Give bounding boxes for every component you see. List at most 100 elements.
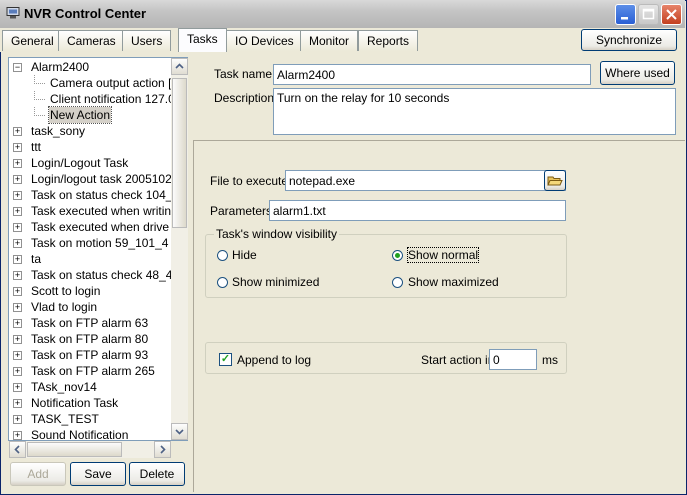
parameters-label: Parameters: — [210, 204, 276, 218]
tab-monitor[interactable]: Monitor — [300, 30, 359, 51]
tree-item-label[interactable]: Task on FTP alarm 80 — [30, 331, 149, 347]
hide-radio[interactable] — [217, 250, 228, 261]
save-button[interactable]: Save — [70, 462, 126, 486]
task-name-input[interactable] — [273, 64, 591, 85]
scroll-down-button[interactable] — [171, 423, 188, 440]
expand-icon[interactable]: + — [13, 207, 22, 216]
show-minimized-radio[interactable] — [217, 277, 228, 288]
scroll-left-button[interactable] — [9, 441, 26, 458]
start-action-label: Start action in — [421, 353, 495, 367]
expand-icon[interactable]: + — [13, 191, 22, 200]
tree-item-label[interactable]: Login/Logout Task — [30, 155, 129, 171]
scroll-thumb-horizontal[interactable] — [27, 442, 122, 457]
tree-item-label[interactable]: Sound Notification — [30, 427, 129, 440]
expand-icon[interactable]: + — [13, 271, 22, 280]
expand-icon[interactable]: + — [13, 127, 22, 136]
expand-icon[interactable]: + — [13, 431, 22, 440]
expand-icon[interactable]: + — [13, 335, 22, 344]
tree-item-label[interactable]: Task on motion 59_101_4 — [30, 235, 169, 251]
tree-item-label[interactable]: Notification Task — [30, 395, 119, 411]
tree-item-label[interactable]: Task executed when writing e — [30, 203, 187, 219]
monitor-icon — [6, 7, 20, 19]
tree-item-label[interactable]: Task on FTP alarm 93 — [30, 347, 149, 363]
where-used-button[interactable]: Where used — [600, 61, 675, 85]
show-maximized-radio-label[interactable]: Show maximized — [408, 275, 499, 289]
tab-users[interactable]: Users — [122, 30, 172, 51]
scroll-up-button[interactable] — [171, 58, 188, 75]
tree-item-label[interactable]: ttt — [30, 139, 42, 155]
expand-icon[interactable]: + — [13, 383, 22, 392]
tree-item-label[interactable]: ta — [30, 251, 42, 267]
chevron-left-icon — [14, 445, 20, 454]
expand-icon[interactable]: + — [13, 287, 22, 296]
expand-icon[interactable]: + — [13, 415, 22, 424]
close-button[interactable] — [661, 4, 682, 25]
tree-vertical-scrollbar[interactable] — [171, 58, 188, 440]
window-visibility-legend: Task's window visibility — [214, 227, 339, 241]
show-minimized-radio-label[interactable]: Show minimized — [232, 275, 319, 289]
tab-general[interactable]: General — [2, 30, 63, 51]
tree-item-label[interactable]: Scott to login — [30, 283, 101, 299]
tree-item-label[interactable]: Alarm2400 — [30, 59, 90, 75]
chevron-up-icon — [175, 63, 184, 69]
expand-icon[interactable]: + — [13, 223, 22, 232]
expand-icon[interactable]: + — [13, 159, 22, 168]
start-action-unit: ms — [542, 353, 558, 367]
expand-icon[interactable]: + — [13, 239, 22, 248]
tree-connector — [34, 91, 45, 100]
synchronize-button[interactable]: Synchronize — [581, 29, 677, 51]
expand-icon[interactable]: + — [13, 255, 22, 264]
expand-icon[interactable]: + — [13, 319, 22, 328]
minimize-icon — [621, 17, 628, 20]
show-normal-radio-label[interactable]: Show normal — [406, 247, 480, 263]
tree-item-label[interactable]: Task on status check 104_10 — [30, 187, 187, 203]
scroll-right-button[interactable] — [154, 441, 171, 458]
tree-item-label[interactable]: Login/logout task 200510241 — [30, 171, 186, 187]
parameters-input[interactable] — [269, 200, 566, 221]
tab-reports[interactable]: Reports — [358, 30, 419, 51]
append-to-log-checkbox[interactable]: ✓ — [219, 353, 232, 366]
tree-item-label[interactable]: Vlad to login — [30, 299, 98, 315]
tree-item-label[interactable]: TASK_TEST — [30, 411, 100, 427]
tree-item-label[interactable]: task_sony — [30, 123, 86, 139]
show-maximized-radio[interactable] — [392, 277, 403, 288]
tree-horizontal-scrollbar[interactable] — [9, 441, 171, 458]
delete-button[interactable]: Delete — [129, 462, 185, 486]
scrollbar-corner — [171, 441, 188, 458]
scroll-thumb[interactable] — [172, 78, 187, 228]
maximize-button[interactable] — [638, 4, 659, 25]
file-to-execute-input[interactable] — [285, 170, 566, 191]
description-textarea[interactable]: Turn on the relay for 10 seconds — [273, 88, 676, 135]
tree-connector — [34, 107, 45, 116]
tree-item-label[interactable]: Task on FTP alarm 63 — [30, 315, 149, 331]
tree-item-label[interactable]: Task on status check 48_48 — [30, 267, 180, 283]
tree-item-label[interactable]: Task on FTP alarm 265 — [30, 363, 156, 379]
expand-icon[interactable]: + — [13, 175, 22, 184]
collapse-icon[interactable]: − — [13, 63, 22, 72]
expand-icon[interactable]: + — [13, 399, 22, 408]
expand-icon[interactable]: + — [13, 351, 22, 360]
tree-item-label[interactable]: Camera output action [sor — [49, 75, 187, 91]
tree-item-label[interactable]: New Action — [47, 106, 113, 124]
chevron-down-icon — [175, 429, 184, 435]
append-to-log-label[interactable]: Append to log — [237, 353, 311, 367]
browse-button[interactable] — [544, 170, 566, 191]
expand-icon[interactable]: + — [13, 143, 22, 152]
tasks-tree[interactable]: − Alarm2400 Camera output action [sor Clien… — [8, 57, 188, 441]
tree-item-label[interactable]: Client notification 127.0.0. — [49, 91, 187, 107]
chevron-right-icon — [160, 445, 166, 454]
expand-icon[interactable]: + — [13, 303, 22, 312]
tab-io-devices[interactable]: IO Devices — [226, 30, 303, 51]
show-normal-radio[interactable] — [392, 250, 403, 261]
title-bar: NVR Control Center — [0, 0, 685, 29]
folder-open-icon — [547, 176, 563, 186]
expand-icon[interactable]: + — [13, 367, 22, 376]
minimize-button[interactable] — [615, 4, 636, 25]
add-button[interactable]: Add — [10, 462, 66, 486]
tab-tasks[interactable]: Tasks — [178, 28, 227, 52]
start-action-delay-input[interactable] — [489, 349, 537, 370]
tree-item-label[interactable]: Task executed when drive lim — [30, 219, 187, 235]
hide-radio-label[interactable]: Hide — [232, 248, 257, 262]
tree-item-label[interactable]: TAsk_nov14 — [30, 379, 98, 395]
tab-cameras[interactable]: Cameras — [58, 30, 125, 51]
